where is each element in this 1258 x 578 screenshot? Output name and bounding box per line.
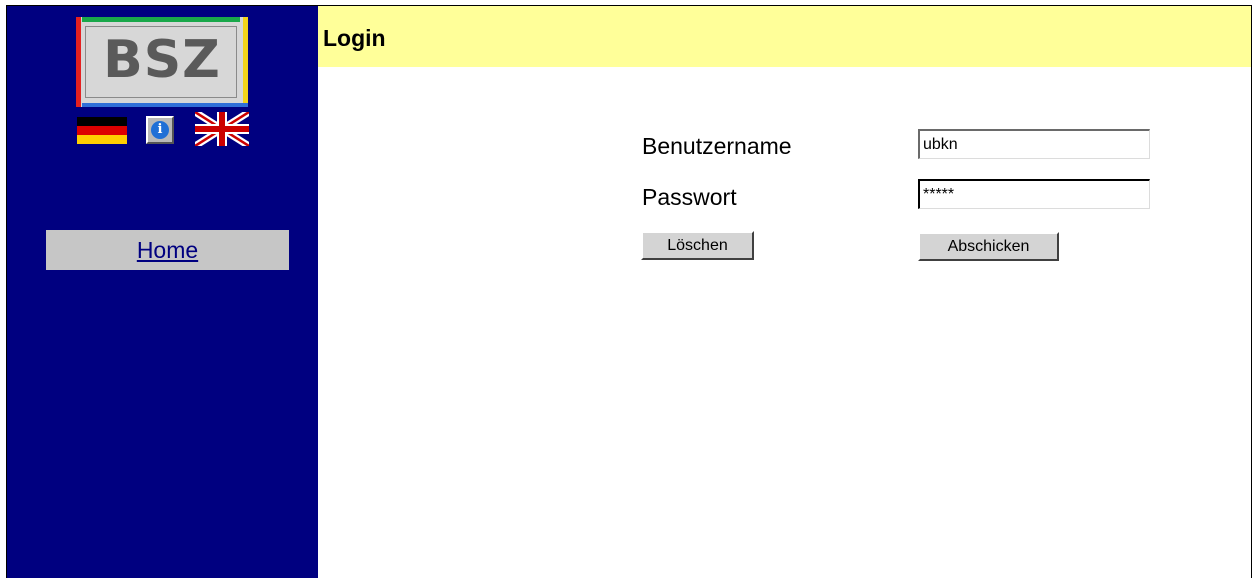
uk-flag-icon[interactable]: [195, 112, 249, 146]
page-frame: BSZ i Home Login Benutzername ubkn Passw…: [6, 5, 1252, 578]
german-flag-icon[interactable]: [77, 117, 127, 144]
username-label: Benutzername: [642, 133, 792, 159]
password-label: Passwort: [642, 184, 737, 210]
info-icon[interactable]: i: [146, 116, 174, 144]
password-field[interactable]: [918, 179, 1150, 209]
info-glyph: i: [151, 121, 169, 139]
logo-text: BSZ: [103, 30, 221, 90]
submit-button[interactable]: Abschicken: [918, 232, 1059, 261]
reset-button[interactable]: Löschen: [641, 231, 754, 260]
bsz-logo[interactable]: BSZ: [76, 17, 248, 107]
home-nav-box: Home: [46, 230, 289, 270]
username-field[interactable]: [918, 129, 1150, 159]
logo-green-bar: [82, 17, 240, 22]
home-link[interactable]: Home: [137, 237, 198, 263]
page-title: Login: [323, 25, 386, 51]
logo-blue-bar: [82, 103, 248, 107]
page-header: Login: [318, 6, 1251, 67]
sidebar: BSZ i Home: [7, 6, 318, 578]
